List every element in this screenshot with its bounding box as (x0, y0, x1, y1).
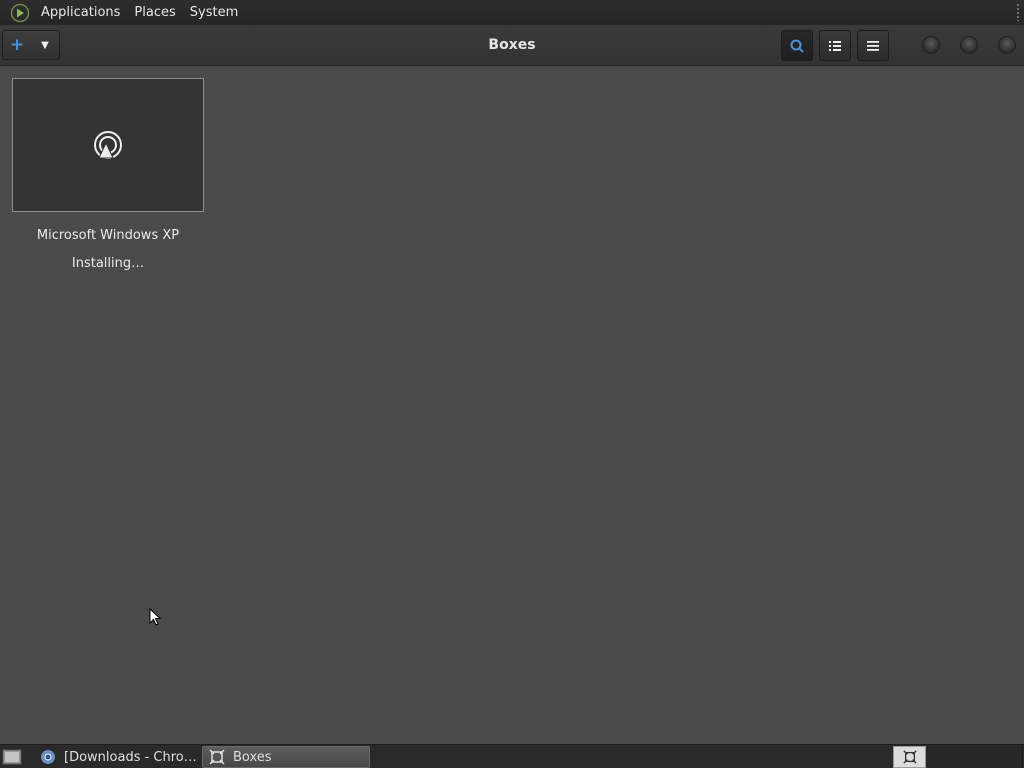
menu-button[interactable] (857, 30, 889, 61)
list-view-button[interactable] (819, 30, 851, 61)
workspace-1[interactable] (893, 746, 926, 768)
panel-handle[interactable] (1016, 3, 1020, 21)
box-thumbnail[interactable] (12, 78, 204, 212)
boxes-icon (902, 750, 917, 764)
taskbar-item-label: Boxes (233, 749, 272, 765)
show-desktop-icon[interactable] (2, 748, 22, 766)
minimize-button[interactable] (922, 36, 940, 54)
boxes-collection-view: Microsoft Windows XP Installing… (0, 66, 1024, 744)
system-menu[interactable]: System (183, 0, 245, 25)
applications-menu[interactable]: Applications (34, 0, 127, 25)
hamburger-menu-icon (867, 40, 879, 51)
close-button[interactable] (998, 36, 1016, 54)
search-icon (790, 39, 804, 53)
box-item[interactable]: Microsoft Windows XP Installing… (12, 78, 204, 271)
box-status: Installing… (71, 256, 145, 271)
install-progress-icon (94, 131, 122, 159)
maximize-button[interactable] (960, 36, 978, 54)
search-button[interactable] (781, 30, 813, 61)
chromium-icon (40, 749, 56, 765)
boxes-icon (209, 749, 225, 765)
taskbar-item-chromium[interactable]: [Downloads - Chro… (34, 746, 200, 768)
gnome-menu-icon[interactable] (10, 3, 30, 23)
taskbar-item-label: [Downloads - Chro… (64, 749, 197, 765)
workspace-2[interactable] (927, 746, 960, 768)
top-panel: Applications Places System (0, 0, 1024, 25)
workspace-4[interactable] (990, 746, 1023, 768)
mouse-cursor-icon (149, 608, 161, 626)
taskbar-item-boxes[interactable]: Boxes (202, 746, 370, 768)
header-bar: + ▼ Boxes (0, 25, 1024, 66)
places-menu[interactable]: Places (127, 0, 182, 25)
bottom-taskbar: [Downloads - Chro… Boxes (0, 744, 1024, 768)
box-name: Microsoft Windows XP (36, 228, 180, 243)
workspace-3[interactable] (958, 746, 991, 768)
list-view-icon (829, 40, 841, 51)
